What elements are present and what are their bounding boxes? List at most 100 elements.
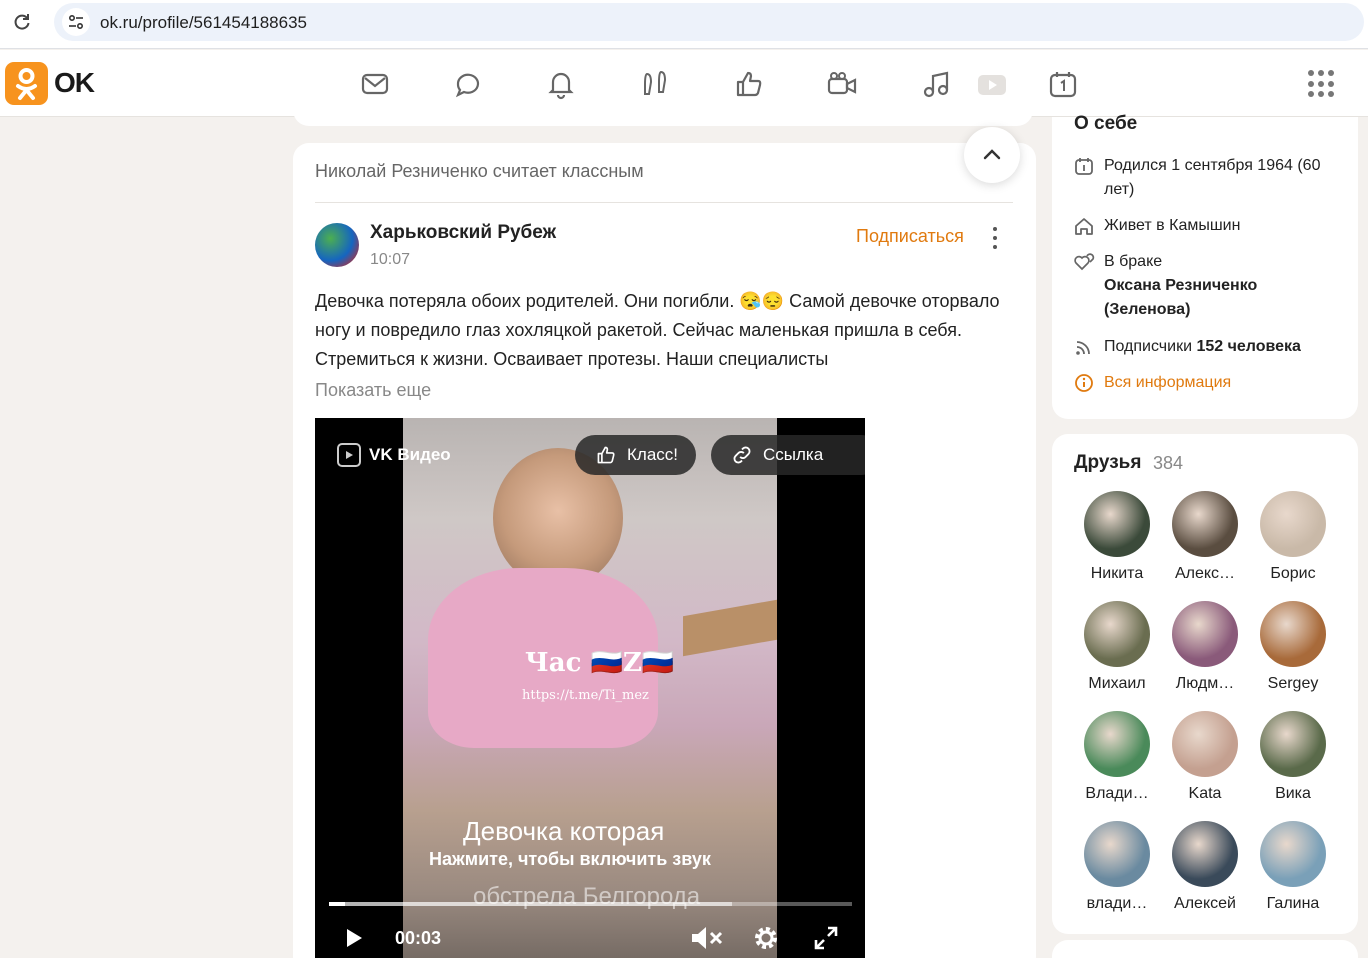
friend-name[interactable]: Никита: [1076, 565, 1158, 583]
more-options-icon[interactable]: [993, 227, 999, 249]
friend-avatar[interactable]: [1084, 821, 1150, 887]
friend-avatar[interactable]: [1260, 821, 1326, 887]
show-more-link[interactable]: Показать еще: [315, 380, 431, 401]
settings-gear-icon[interactable]: [751, 923, 781, 953]
video-caption-lower: обстрела Белгорода: [473, 883, 701, 910]
home-icon: [1074, 214, 1096, 244]
browser-toolbar: ok.ru/profile/561454188635: [0, 0, 1368, 49]
friend-name[interactable]: Борис: [1252, 565, 1334, 583]
location-text: Живет в Камышин: [1104, 217, 1241, 234]
rss-icon: [1074, 335, 1096, 365]
group-name[interactable]: Харьковский Рубеж: [370, 222, 556, 244]
chevron-up-icon: [983, 149, 1001, 160]
scroll-up-button[interactable]: [964, 127, 1020, 183]
friend-name[interactable]: Галина: [1252, 895, 1334, 913]
video-player[interactable]: VK Видео Класс! Ссылка Час 🇷🇺Z🇷🇺 https:/…: [315, 418, 865, 958]
video-like-button[interactable]: Класс!: [575, 435, 696, 475]
post-time[interactable]: 10:07: [370, 251, 410, 269]
friend-item[interactable]: Sergey: [1252, 601, 1334, 693]
ok-logo-text[interactable]: OK: [54, 67, 95, 99]
messages-icon[interactable]: [359, 68, 391, 100]
play-box-icon: [337, 443, 361, 467]
notifications-icon[interactable]: [545, 68, 577, 100]
divider: [315, 202, 1013, 203]
friend-name[interactable]: влади…: [1076, 895, 1158, 913]
friend-item[interactable]: Kata: [1164, 711, 1246, 803]
post-text: Девочка потеряла обоих родителей. Они по…: [315, 291, 1000, 369]
vk-video-label: VK Видео: [369, 445, 451, 464]
friend-avatar[interactable]: [1172, 821, 1238, 887]
friend-avatar[interactable]: [1260, 601, 1326, 667]
friends-count: 384: [1153, 453, 1184, 473]
link-icon: [733, 446, 751, 464]
friend-avatar[interactable]: [1260, 711, 1326, 777]
thumbs-up-icon: [597, 446, 615, 464]
next-section-card: [1052, 940, 1358, 958]
friend-item[interactable]: Влади…: [1076, 711, 1158, 803]
friend-item[interactable]: влади…: [1076, 821, 1158, 913]
video-call-icon[interactable]: [826, 68, 858, 100]
video-link-button[interactable]: Ссылка: [711, 435, 865, 475]
tap-for-sound-hint[interactable]: Нажмите, чтобы включить звук: [429, 849, 711, 870]
friend-name[interactable]: Kata: [1164, 785, 1246, 803]
friend-avatar[interactable]: [1084, 601, 1150, 667]
spouse-link[interactable]: Оксана Резниченко (Зеленова): [1104, 277, 1257, 318]
all-info-row[interactable]: Вся информация: [1074, 371, 1344, 401]
vk-video-logo: VK Видео: [337, 443, 451, 467]
previous-post-card: [293, 100, 1033, 126]
friend-item[interactable]: Вика: [1252, 711, 1334, 803]
video-progress-bar[interactable]: [329, 902, 852, 906]
friend-avatar[interactable]: [1084, 491, 1150, 557]
friend-avatar[interactable]: [1172, 601, 1238, 667]
fullscreen-icon[interactable]: [813, 923, 839, 953]
subscribers-label: Подписчики: [1104, 338, 1193, 355]
site-settings-icon[interactable]: [62, 8, 90, 36]
apps-menu-icon[interactable]: [1308, 70, 1336, 98]
calendar-icon: [1074, 154, 1096, 202]
friends-section: Друзья 384 Никита Алекс… Борис Михаил Людм… S…: [1052, 434, 1358, 934]
music-icon[interactable]: [920, 68, 952, 100]
activity-text: Николай Резниченко считает классным: [315, 161, 644, 181]
friend-avatar[interactable]: [1260, 491, 1326, 557]
friend-name[interactable]: Sergey: [1252, 675, 1334, 693]
discussions-icon[interactable]: [452, 68, 484, 100]
friend-name[interactable]: Людм…: [1164, 675, 1246, 693]
video-caption: Девочка которая: [463, 816, 665, 846]
mute-icon[interactable]: [690, 923, 724, 953]
friend-item[interactable]: Никита: [1076, 491, 1158, 583]
subscribe-button[interactable]: Подписаться: [856, 226, 964, 247]
birth-row: Родился 1 сентября 1964 (60 лет): [1074, 154, 1344, 202]
events-icon[interactable]: [1047, 68, 1079, 100]
friend-item[interactable]: Алексей: [1164, 821, 1246, 913]
friend-item[interactable]: Борис: [1252, 491, 1334, 583]
about-section: О себе Родился 1 сентября 1964 (60 лет) …: [1052, 113, 1358, 419]
likes-icon[interactable]: [733, 68, 765, 100]
friend-avatar[interactable]: [1172, 711, 1238, 777]
address-bar[interactable]: ok.ru/profile/561454188635: [54, 3, 1364, 41]
friend-name[interactable]: Влади…: [1076, 785, 1158, 803]
group-avatar[interactable]: [315, 223, 359, 267]
subscribers-count[interactable]: 152 человека: [1196, 338, 1300, 355]
friend-name[interactable]: Алекс…: [1164, 565, 1246, 583]
friend-avatar[interactable]: [1084, 711, 1150, 777]
play-icon[interactable]: [343, 923, 365, 953]
friend-name[interactable]: Михаил: [1076, 675, 1158, 693]
ok-logo-icon[interactable]: [5, 62, 48, 105]
url-text[interactable]: ok.ru/profile/561454188635: [100, 13, 307, 33]
birth-text: Родился 1 сентября 1964 (60 лет): [1104, 157, 1321, 198]
friend-item[interactable]: Алекс…: [1164, 491, 1246, 583]
friends-title[interactable]: Друзья: [1074, 452, 1141, 474]
friend-item[interactable]: Людм…: [1164, 601, 1246, 693]
friend-item[interactable]: Галина: [1252, 821, 1334, 913]
video-icon[interactable]: [976, 68, 1010, 100]
reload-icon[interactable]: [8, 8, 36, 36]
friend-item[interactable]: Михаил: [1076, 601, 1158, 693]
friend-avatar[interactable]: [1172, 491, 1238, 557]
all-info-link[interactable]: Вся информация: [1104, 371, 1231, 401]
friend-name[interactable]: Алексей: [1164, 895, 1246, 913]
guests-icon[interactable]: [639, 68, 671, 100]
friend-name[interactable]: Вика: [1252, 785, 1334, 803]
subscribers-row: Подписчики 152 человека: [1074, 335, 1344, 365]
feed-post-card: Николай Резниченко считает классным Харь…: [293, 127, 1036, 958]
marital-label: В браке: [1104, 253, 1163, 270]
